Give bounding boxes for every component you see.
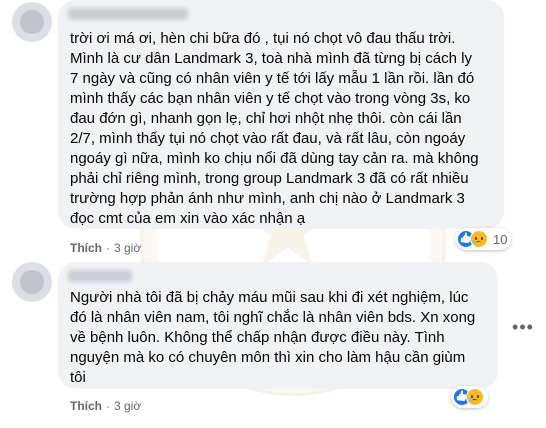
comment-line: phải chỉ riêng mình, trong group Landmar… bbox=[70, 170, 469, 187]
comment-line: Mình là cư dân Landmark 3, toà nhà mình … bbox=[70, 50, 472, 67]
comment-line: nguyện mà ko có chuyên môn thì xin cho l… bbox=[70, 349, 466, 366]
author-name-blurred[interactable] bbox=[68, 8, 188, 20]
avatar[interactable] bbox=[12, 2, 52, 42]
comment-text: trời ơi má ơi, hèn chi bữa đó , tụi nó c… bbox=[70, 29, 479, 229]
like-button[interactable]: Thích bbox=[70, 399, 102, 413]
comment-line: đọc cmt của em xin vào xác nhận ạ bbox=[70, 210, 306, 227]
reaction-summary[interactable] bbox=[451, 386, 488, 408]
comment-line: tôi bbox=[70, 369, 86, 386]
comment-bubble: trời ơi má ơi, hèn chi bữa đó , tụi nó c… bbox=[58, 0, 512, 250]
comment-text: Người nhà tôi đã bị chảy máu mũi sau khi… bbox=[70, 288, 475, 388]
separator-dot: · bbox=[106, 241, 110, 255]
comment-line: về bệnh luôn. Không thể chấp nhận được đ… bbox=[70, 329, 445, 346]
avatar[interactable] bbox=[12, 262, 52, 302]
comment-line: đó là nhân viên nam, tôi nghĩ chắc là nh… bbox=[70, 309, 476, 326]
comment-line: 7 ngày và cũng có nhân viên y tế tới lấy… bbox=[70, 70, 475, 87]
separator-dot: · bbox=[106, 399, 110, 413]
sad-reaction-icon bbox=[466, 388, 484, 406]
timestamp[interactable]: 3 giờ bbox=[114, 399, 141, 413]
comment-meta: Thích · 3 giờ bbox=[70, 399, 141, 413]
reaction-summary[interactable]: 10 bbox=[455, 228, 512, 250]
like-button[interactable]: Thích bbox=[70, 241, 102, 255]
comment-bubble: Người nhà tôi đã bị chảy máu mũi sau khi… bbox=[58, 262, 498, 408]
comment-line: trời ơi má ơi, hèn chi bữa đó , tụi nó c… bbox=[70, 30, 456, 47]
comment-line: mình thấy các bạn nhân viên y tế chọt và… bbox=[70, 90, 471, 107]
comment-line: 2/7, mình thấy tụi nó chọt vào rất đau, … bbox=[70, 130, 466, 147]
comment-line: Người nhà tôi đã bị chảy máu mũi sau khi… bbox=[70, 289, 469, 306]
author-name-blurred[interactable] bbox=[68, 270, 132, 282]
comment-line: trường hợp phản ánh như mình, anh chị nà… bbox=[70, 190, 465, 207]
more-horizontal-icon[interactable]: ••• bbox=[508, 312, 538, 342]
comment-meta: Thích · 3 giờ bbox=[70, 241, 141, 255]
comment-line: đau đớn gì, nhanh gọn lẹ, chỉ hơi nhột n… bbox=[70, 110, 462, 127]
timestamp[interactable]: 3 giờ bbox=[114, 241, 141, 255]
reaction-count: 10 bbox=[493, 231, 508, 247]
sad-reaction-icon bbox=[470, 230, 488, 248]
comment-line: ngoáy gì nữa, mình ko chịu nổi đã dùng t… bbox=[70, 150, 479, 167]
